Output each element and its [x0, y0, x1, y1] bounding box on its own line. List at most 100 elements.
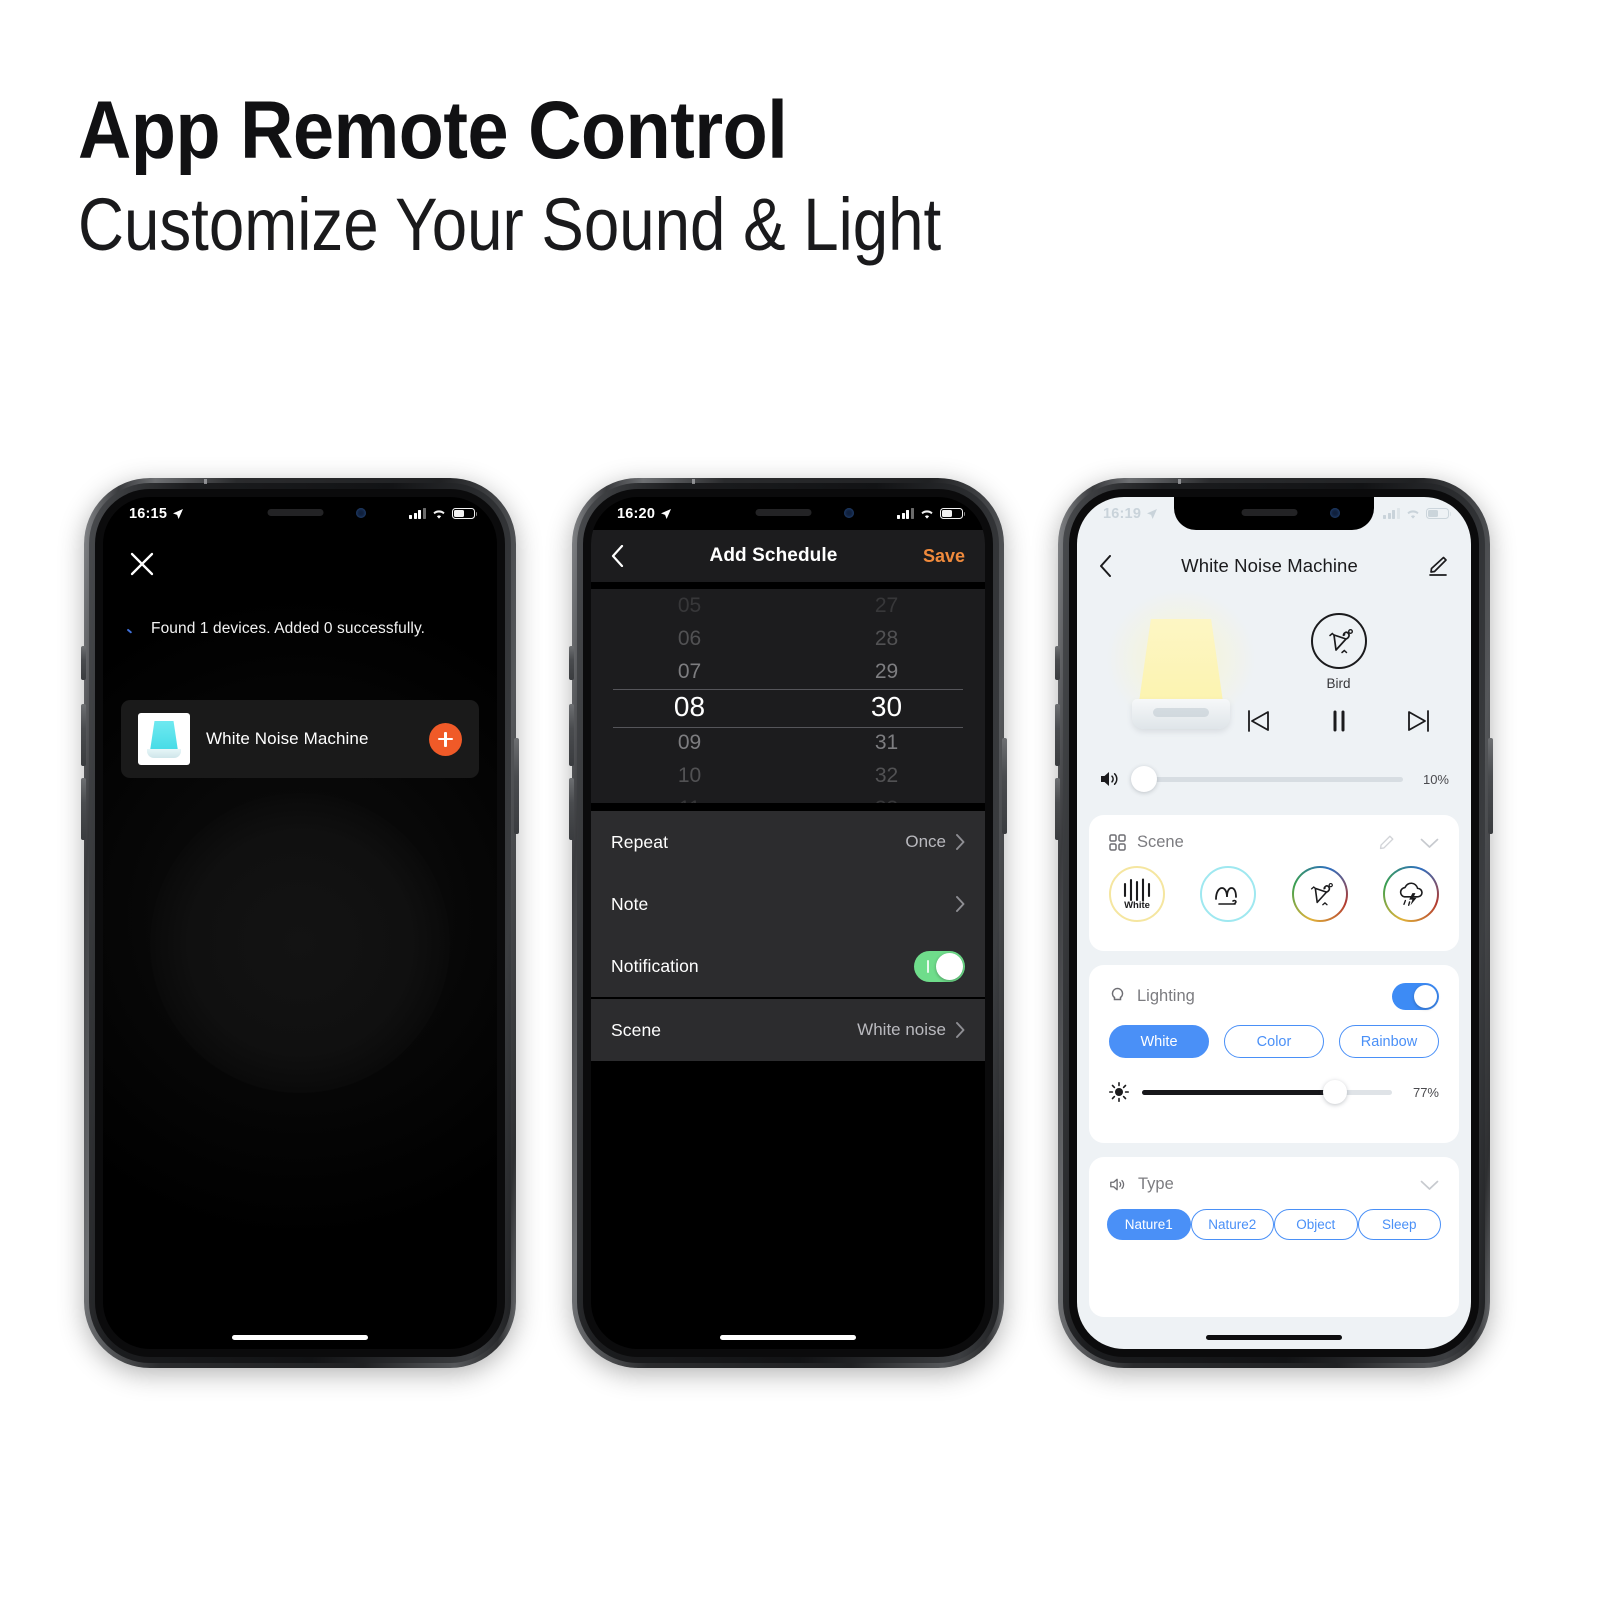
phone1-screen: 16:15 Found 1 devices. Added 0 successfu… [103, 497, 497, 1349]
phone3-volume-down-button[interactable] [1055, 778, 1060, 840]
minute-option[interactable]: 27 [788, 589, 985, 622]
minute-option[interactable]: 31 [788, 726, 985, 759]
minute-option[interactable]: 28 [788, 622, 985, 655]
chevron-down-icon[interactable] [1420, 837, 1439, 849]
phone2-mute-switch[interactable] [569, 646, 574, 680]
hour-option[interactable]: 09 [591, 726, 788, 759]
row-note[interactable]: Note [591, 873, 985, 935]
phone1-home-indicator[interactable] [232, 1334, 368, 1340]
phone3-volume-up-button[interactable] [1055, 704, 1060, 766]
phone2-volume-down-button[interactable] [569, 778, 574, 840]
lighting-mode-white[interactable]: White [1109, 1025, 1209, 1058]
phone3-earpiece-speaker [1241, 509, 1298, 516]
current-scene[interactable]: Bird [1236, 613, 1441, 691]
phone2-home-indicator[interactable] [720, 1334, 856, 1340]
pause-icon[interactable] [1323, 705, 1355, 737]
hour-option-selected[interactable]: 08 [591, 688, 788, 726]
battery-icon [1426, 507, 1452, 520]
hour-option[interactable]: 07 [591, 655, 788, 688]
phone3-power-button[interactable] [1488, 738, 1493, 834]
lighting-toggle[interactable] [1392, 983, 1439, 1010]
brightness-icon [1109, 1082, 1129, 1102]
close-icon[interactable] [127, 549, 157, 579]
phone1-clock: 16:15 [129, 505, 168, 522]
chevron-right-icon [956, 1022, 965, 1038]
phone1-antenna-line [204, 479, 207, 484]
sound-bars-icon[interactable]: White [1109, 866, 1165, 922]
row-scene[interactable]: Scene White noise [591, 999, 985, 1061]
playback-panel: Bird [1236, 613, 1441, 737]
toggle-knob [936, 952, 963, 980]
bird-icon[interactable] [1291, 866, 1348, 922]
phone1-volume-up-button[interactable] [81, 704, 86, 766]
hour-column[interactable]: 05 06 07 08 09 10 11 [591, 589, 788, 803]
pencil-icon[interactable] [1378, 834, 1395, 851]
scene-preset-white[interactable]: White [1109, 866, 1165, 922]
volume-percent-label: 10% [1422, 771, 1449, 787]
phone1-front-camera [356, 508, 366, 518]
minute-option-selected[interactable]: 30 [788, 688, 985, 726]
phone2-power-button[interactable] [1002, 738, 1007, 834]
time-picker[interactable]: 05 06 07 08 09 10 11 27 28 [591, 589, 985, 803]
wave-icon[interactable] [1200, 866, 1257, 922]
scene-preset-thunder-inner [1384, 868, 1437, 920]
phone2-screen: 16:20 Add Schedule Save 05 06 07 08 09 1… [591, 497, 985, 1349]
hour-option[interactable]: 11 [591, 792, 788, 803]
grid-icon [1109, 834, 1126, 851]
type-option-object[interactable]: Object [1274, 1209, 1358, 1240]
previous-track-icon[interactable] [1242, 705, 1274, 737]
phone1-volume-down-button[interactable] [81, 778, 86, 840]
phone3-mute-switch[interactable] [1055, 646, 1060, 680]
type-option-nature1[interactable]: Nature1 [1107, 1209, 1191, 1240]
phone1-notch [200, 497, 400, 530]
hour-option[interactable]: 06 [591, 622, 788, 655]
notification-toggle[interactable] [914, 950, 965, 982]
lighting-mode-rainbow[interactable]: Rainbow [1339, 1025, 1439, 1058]
thunder-cloud-icon[interactable] [1382, 866, 1439, 922]
discovery-status-row: Found 1 devices. Added 0 successfully. [127, 620, 477, 638]
minute-option[interactable]: 29 [788, 655, 985, 688]
row-repeat[interactable]: Repeat Once [591, 811, 985, 873]
save-button[interactable]: Save [923, 546, 965, 567]
volume-slider-knob[interactable] [1130, 766, 1157, 792]
back-chevron-icon[interactable] [1099, 555, 1112, 577]
chevron-down-icon[interactable] [1420, 1179, 1439, 1191]
scene-preset-bird-inner [1293, 868, 1346, 920]
phone3-home-indicator[interactable] [1206, 1334, 1342, 1340]
volume-control-row[interactable]: 10% [1099, 766, 1449, 792]
phone2-status-right [897, 507, 966, 520]
back-chevron-icon[interactable] [611, 545, 624, 567]
type-option-nature2[interactable]: Nature2 [1190, 1209, 1274, 1240]
minute-option[interactable]: 32 [788, 759, 985, 792]
lighting-mode-color[interactable]: Color [1224, 1025, 1324, 1058]
brightness-control-row[interactable]: 77% [1089, 1058, 1459, 1104]
phone2-earpiece-speaker [755, 509, 812, 516]
hour-option[interactable]: 10 [591, 759, 788, 792]
row-notification[interactable]: Notification [591, 935, 985, 997]
scene-preset-wave[interactable] [1200, 866, 1257, 922]
signal-bars-icon [409, 508, 426, 519]
brightness-slider-track[interactable] [1142, 1080, 1392, 1104]
minute-column[interactable]: 27 28 29 30 31 32 33 [788, 589, 985, 803]
phone1-mute-switch[interactable] [81, 646, 86, 680]
scene-preset-bird[interactable] [1291, 866, 1348, 922]
bird-icon[interactable] [1310, 613, 1367, 669]
phone2-front-camera [844, 508, 854, 518]
phone1-power-button[interactable] [514, 738, 519, 834]
pencil-edit-icon[interactable] [1427, 555, 1449, 577]
phone2-volume-up-button[interactable] [569, 704, 574, 766]
add-device-button[interactable] [429, 722, 462, 756]
hour-option[interactable]: 05 [591, 589, 788, 622]
discovered-device-row[interactable]: White Noise Machine [121, 700, 479, 778]
scene-preset-thunder[interactable] [1382, 866, 1439, 922]
phone-device-discovery: 16:15 Found 1 devices. Added 0 successfu… [81, 478, 519, 1368]
device-thumbnail-base [147, 749, 181, 758]
next-track-icon[interactable] [1403, 705, 1435, 737]
brightness-slider-knob[interactable] [1322, 1080, 1347, 1104]
minute-option[interactable]: 33 [788, 792, 985, 803]
brightness-slider-fill [1142, 1089, 1335, 1095]
schedule-settings-group: Repeat Once Note Notification [591, 811, 985, 997]
type-option-sleep[interactable]: Sleep [1357, 1209, 1441, 1240]
volume-slider-track[interactable] [1130, 766, 1403, 792]
location-arrow-icon [173, 508, 184, 519]
